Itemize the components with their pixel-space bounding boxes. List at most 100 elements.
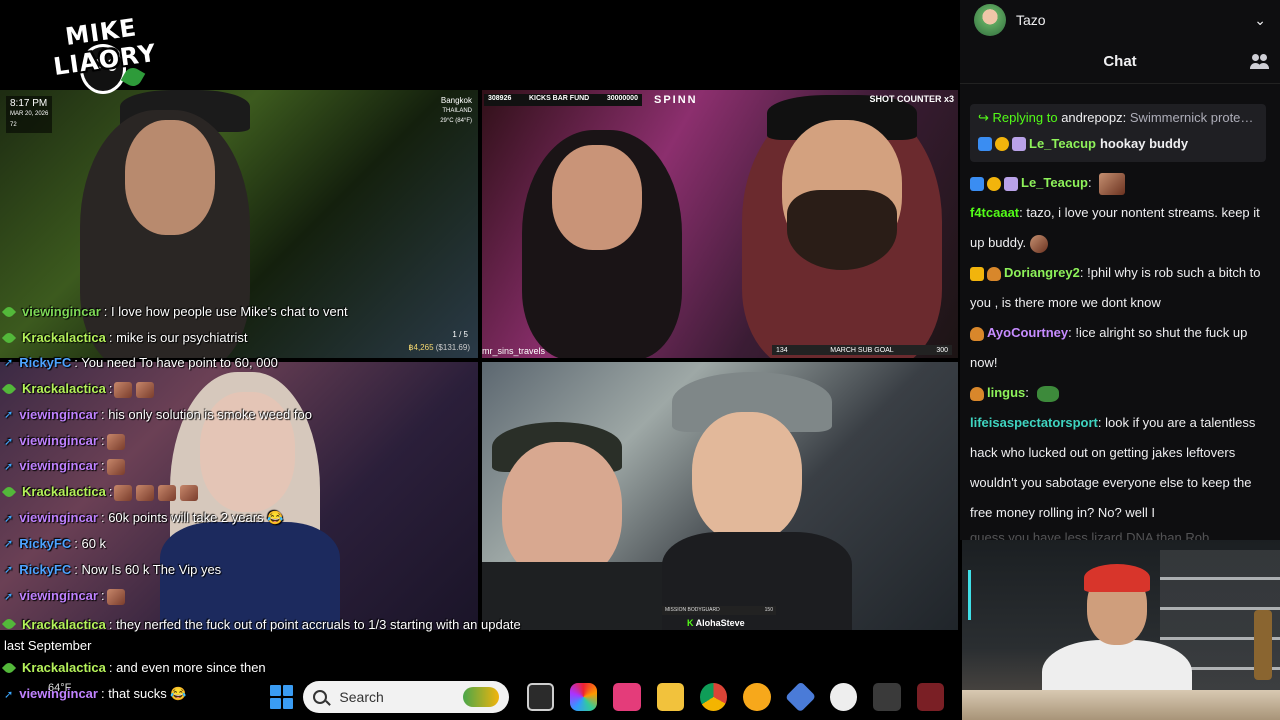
chat-username[interactable]: Doriangrey2 — [1004, 265, 1080, 280]
task-view-icon[interactable] — [526, 683, 555, 711]
overlay-chat-content: Krackalactica: they nerfed the fuck out … — [1, 614, 544, 656]
overlay-chat-content: viewingincar: his only solution is smoke… — [19, 407, 312, 422]
cake-badge-icon — [1004, 176, 1018, 191]
overlay-chat-username: RickyFC — [19, 536, 72, 551]
subgoal-label: MARCH SUB GOAL — [830, 346, 894, 354]
overlay-chat-text: : — [100, 433, 105, 448]
chat-username[interactable]: lingus — [987, 385, 1025, 400]
date-label: MAR 20, 2026 — [10, 111, 49, 117]
mission-value: 150 — [764, 607, 773, 613]
chat-separator: : — [1025, 385, 1033, 400]
mission-bar: MISSION BODYGUARD 150 — [662, 606, 776, 615]
overlay-chat-username: RickyFC — [19, 562, 72, 577]
reply-reference: Swimmernick protects... — [1129, 110, 1258, 125]
users-icon[interactable] — [1250, 54, 1268, 70]
overlay-chat-text: : — [108, 381, 113, 396]
overlay-chat-line: viewingincar: I love how people use Mike… — [1, 304, 348, 319]
subgoal-target: 300 — [936, 346, 948, 354]
overlay-chat-text: : — [100, 588, 105, 603]
chat-message[interactable]: Doriangrey2: !phil why is rob such a bit… — [970, 258, 1270, 318]
chat-username[interactable]: f4tcaaat — [970, 205, 1019, 220]
copilot-icon[interactable] — [570, 683, 598, 711]
chat-message[interactable]: lifeisaspectatorsport: look if you are a… — [970, 408, 1270, 528]
chat-text: look if you are a talentless hack who lu… — [970, 415, 1256, 520]
search-highlight-icon — [462, 687, 499, 707]
burger-badge-icon — [987, 266, 1001, 281]
leaf-icon — [1, 382, 17, 397]
sun-app-icon[interactable] — [743, 683, 771, 711]
reply-message[interactable]: ↪ Replying to andrepopz: Swimmernick pro… — [970, 104, 1266, 162]
obs-icon[interactable] — [830, 683, 858, 711]
streamer-name-tag: K AlohaSteve — [687, 618, 745, 628]
overlay-chat-line: ➚ viewingincar: — [4, 433, 127, 450]
overlay-chat-username: viewingincar — [19, 433, 98, 448]
chat-message[interactable]: Le_Teacup: — [970, 168, 1270, 198]
donation-usd: ($131.69) — [435, 343, 470, 352]
overlay-chat-username: Krackalactica — [22, 330, 106, 345]
bottle — [1254, 610, 1272, 680]
leaf-icon — [1, 660, 17, 675]
arrow-icon: ➚ — [4, 538, 14, 550]
overlay-chat-username: viewingincar — [19, 510, 98, 525]
picsart-icon[interactable] — [613, 683, 641, 711]
overlay-chat-text: : You need To have point to 60, 000 — [74, 355, 278, 370]
overlay-chat-content: Krackalactica: and even more since then — [22, 660, 266, 675]
chat-message[interactable]: f4tcaaat: tazo, i love your nontent stre… — [970, 198, 1270, 258]
chrome-icon[interactable] — [700, 683, 728, 711]
emote-icon — [136, 484, 155, 501]
overlay-chat-content: viewingincar: 60k points will take 2 yea… — [19, 510, 283, 526]
app-icon[interactable] — [916, 683, 944, 711]
reply-arrow-icon: ↪ — [978, 110, 989, 125]
person-face — [125, 120, 215, 235]
file-explorer-icon[interactable] — [656, 683, 685, 711]
overlay-chat-username: viewingincar — [19, 407, 98, 422]
person-body — [662, 532, 852, 630]
weather-widget[interactable]: 64°F — [48, 682, 71, 694]
overlay-chat-line: Krackalactica: and even more since then — [1, 660, 266, 675]
video-feed-bar: 308926 KICKS BAR FUND 30000000 SPINN SHO… — [482, 90, 958, 358]
stream-canvas: 8:17 PM MAR 20, 2026 72 Bangkok THAILAND… — [0, 0, 960, 720]
emote-icon — [114, 484, 133, 501]
donation-total: ฿4,265 ($131.69) — [408, 343, 470, 352]
taskbar: Search — [270, 678, 960, 716]
overlay-chat-text: : 60k points will take 2 years 😂 — [100, 510, 284, 525]
chat-username[interactable]: Le_Teacup — [1021, 175, 1088, 190]
overlay-chat-content: RickyFC: Now Is 60 k The Vip yes — [19, 562, 221, 577]
crown-badge-icon — [970, 266, 984, 281]
overlay-chat-line: ➚ viewingincar: that sucks 😂 — [4, 686, 187, 702]
instagram-handle: mr_sins_travels — [482, 346, 546, 356]
overlay-chat-text: : I love how people use Mike's chat to v… — [103, 304, 348, 319]
chat-username[interactable]: AyoCourtney — [987, 325, 1068, 340]
time-overlay: 8:17 PM MAR 20, 2026 72 — [6, 96, 53, 133]
arrow-icon: ➚ — [4, 688, 14, 701]
emote-icon — [114, 381, 133, 398]
arrow-icon: ➚ — [4, 435, 14, 448]
arrow-icon: ➚ — [4, 409, 14, 421]
overlay-chat-username: Krackalactica — [22, 381, 106, 396]
emote-icon — [180, 484, 199, 501]
windows-start-icon[interactable] — [270, 685, 294, 709]
overlay-chat-username: viewingincar — [22, 304, 101, 319]
chat-message[interactable]: lingus: — [970, 378, 1270, 408]
gold-badge-icon — [987, 176, 1001, 191]
chevron-down-icon[interactable]: ⌄ — [1254, 12, 1266, 29]
reply-username[interactable]: Le_Teacup — [1029, 136, 1096, 151]
avatar[interactable] — [974, 4, 1006, 36]
overlay-chat-username: Krackalactica — [22, 484, 106, 499]
fund-current: 308926 — [488, 95, 512, 102]
taskbar-search[interactable]: Search — [303, 681, 509, 713]
chat-message[interactable]: AyoCourtney: !ice alright so shut the fu… — [970, 318, 1270, 378]
chat-username[interactable]: lifeisaspectatorsport — [970, 415, 1098, 430]
arrow-icon: ➚ — [4, 590, 14, 603]
shot-counter: SHOT COUNTER x3 — [869, 94, 954, 104]
person-beard — [787, 190, 897, 270]
cake-badge-icon — [1012, 136, 1026, 151]
mission-label: MISSION BODYGUARD — [665, 607, 720, 613]
time-label: 8:17 PM — [10, 98, 48, 109]
kite-app-icon[interactable] — [784, 681, 817, 713]
account-header[interactable]: Tazo ⌄ — [960, 0, 1280, 40]
overlay-chat-line: ➚ viewingincar: — [4, 588, 127, 605]
burger-badge-icon — [970, 386, 984, 401]
srt-app-icon[interactable] — [873, 683, 901, 711]
reply-context: ↪ Replying to andrepopz: Swimmernick pro… — [978, 110, 1258, 126]
